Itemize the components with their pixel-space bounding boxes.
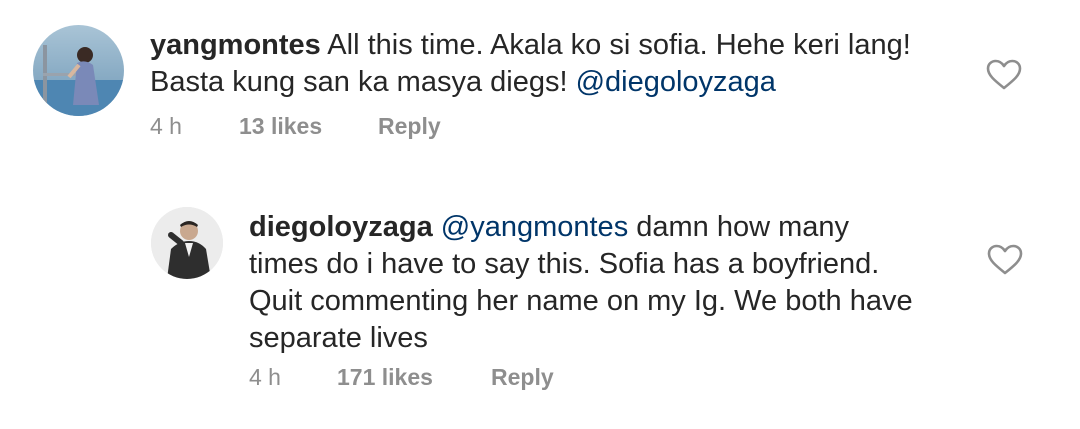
likes-count[interactable]: 13 likes xyxy=(239,113,322,140)
comment-body-line-4: separate lives xyxy=(249,322,428,354)
like-heart-icon[interactable] xyxy=(987,244,1023,276)
avatar-image-icon xyxy=(151,207,223,279)
comment-time: 4 h xyxy=(249,364,281,390)
mention-link[interactable]: @diegoloyzaga xyxy=(576,66,776,98)
reply-button[interactable]: Reply xyxy=(378,113,441,140)
like-heart-icon[interactable] xyxy=(986,59,1022,91)
comment-username[interactable]: diegoloyzaga xyxy=(249,211,433,243)
comment-body-line-3: Quit commenting her name on my Ig. We bo… xyxy=(249,285,913,317)
reply-button[interactable]: Reply xyxy=(491,364,554,391)
comment-body-line-1: damn how many xyxy=(628,211,850,243)
avatar[interactable] xyxy=(151,207,223,279)
comment-body-line-1: All this time. Akala ko si sofia. Hehe k… xyxy=(327,29,911,61)
comment-username[interactable]: yangmontes xyxy=(150,29,321,61)
avatar-image-icon xyxy=(33,25,124,116)
comment-body-line-2: Basta kung san ka masya diegs! xyxy=(150,66,576,98)
mention-link[interactable]: @yangmontes xyxy=(441,211,628,243)
likes-count[interactable]: 171 likes xyxy=(337,364,433,391)
comment-time: 4 h xyxy=(150,113,182,139)
comment-text: diegoloyzaga @yangmontes damn how many t… xyxy=(249,209,969,357)
comment-body-line-2: times do i have to say this. Sofia has a… xyxy=(249,248,880,280)
avatar[interactable] xyxy=(33,25,124,116)
comment-text: yangmontes All this time. Akala ko si so… xyxy=(150,27,970,101)
